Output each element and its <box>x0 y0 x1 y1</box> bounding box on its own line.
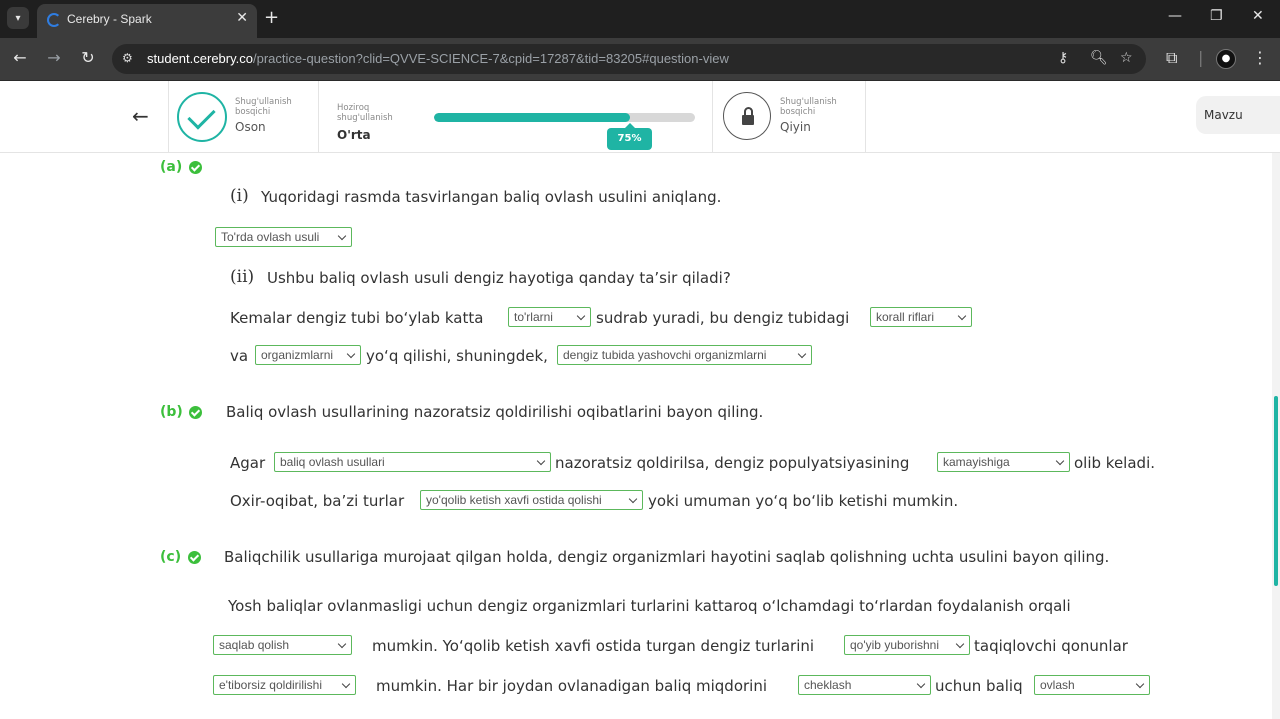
forward-icon[interactable]: → <box>43 48 65 67</box>
part-b-line2-end: yoki umuman yo‘q bo‘lib ketishi mumkin. <box>648 492 959 510</box>
url-text[interactable]: student.cerebry.co/practice-question?cli… <box>147 51 729 66</box>
toolbar-divider: | <box>1198 48 1204 67</box>
part-a-i-text: Yuqoridagi rasmda tasvirlangan baliq ovl… <box>261 188 722 206</box>
part-a-dropdown-4[interactable]: dengiz tubida yashovchi organizmlarni <box>557 345 812 365</box>
extensions-puzzle-icon[interactable]: ⧉ <box>1166 48 1177 68</box>
part-b-label: (b) <box>160 404 183 420</box>
part-b-line1-middle: nazoratsiz qoldirilsa, dengiz populyatsi… <box>555 454 910 472</box>
completed-check-icon <box>177 92 227 142</box>
part-c-dropdown-3[interactable]: e'tiborsiz qoldirilishi <box>213 675 356 695</box>
part-b-dropdown-2[interactable]: kamayishiga <box>937 452 1070 472</box>
part-c-dropdown-1[interactable]: saqlab qolish <box>213 635 352 655</box>
tab-search-chevron-icon[interactable]: ▾ <box>7 7 29 29</box>
scrollbar-thumb[interactable] <box>1274 396 1278 586</box>
part-a-i-dropdown[interactable]: To'rda ovlash usuli <box>215 227 352 247</box>
part-b-dropdown-3[interactable]: yo'qolib ketish xavfi ostida qolishi <box>420 490 643 510</box>
browser-tab-bar: ▾ Cerebry - Spark ✕ + — ❐ ✕ <box>0 0 1280 38</box>
stage-easy-name: Oson <box>235 120 266 134</box>
part-a-ii-text: Ushbu baliq ovlash usuli dengiz hayotiga… <box>267 269 731 287</box>
part-c-dropdown-5[interactable]: ovlash <box>1034 675 1150 695</box>
part-c-dropdown-2[interactable]: qo'yib yuborishni <box>844 635 970 655</box>
profile-avatar[interactable]: ● <box>1216 49 1236 69</box>
stage-hard-caption: Shug'ullanish bosqichi <box>780 97 837 117</box>
part-b-line2-start: Oxir-oqibat, ba’zi turlar <box>230 492 405 510</box>
stage-current: Hoziroq shug'ullanish O'rta 75% <box>320 81 713 153</box>
maximize-icon[interactable]: ❐ <box>1210 8 1223 24</box>
part-b-dropdown-1[interactable]: baliq ovlash usullari <box>274 452 551 472</box>
part-a-line2-start: va <box>230 347 249 365</box>
part-a-line1-middle: sudrab yuradi, bu dengiz tubidagi <box>596 309 850 327</box>
site-settings-icon[interactable]: ⚙ <box>122 51 133 65</box>
new-tab-plus-icon[interactable]: + <box>264 7 279 29</box>
part-c-line2-end: taqiqlovchi qonunlar <box>974 637 1128 655</box>
part-b-question-text: Baliq ovlash usullarining nazoratsiz qol… <box>226 403 764 421</box>
part-a-line1-start: Kemalar dengiz tubi bo‘ylab katta <box>230 309 484 327</box>
topic-button[interactable]: Mavzu <box>1196 96 1280 134</box>
tab-close-icon[interactable]: ✕ <box>236 10 248 26</box>
browser-menu-icon[interactable]: ⋮ <box>1252 48 1268 67</box>
page-scrollbar[interactable] <box>1272 153 1280 719</box>
part-a-ii-number: (ii) <box>230 267 255 287</box>
part-c-line3-middle: mumkin. Har bir joydan ovlanadigan baliq… <box>376 677 768 695</box>
part-b-correct-icon <box>189 406 202 419</box>
password-key-icon[interactable]: ⚷ <box>1058 50 1068 66</box>
part-a-dropdown-2[interactable]: korall riflari <box>870 307 972 327</box>
stage-hard[interactable]: Shug'ullanish bosqichi Qiyin <box>713 81 866 153</box>
question-view: (a) (i) Yuqoridagi rasmda tasvirlangan b… <box>0 153 1280 719</box>
progress-badge: 75% <box>607 123 652 150</box>
part-c-label: (c) <box>160 549 182 565</box>
stage-current-name: O'rta <box>337 128 371 142</box>
part-c-line3-after: uchun baliq <box>935 677 1023 695</box>
stage-easy-caption: Shug'ullanish bosqichi <box>235 97 292 117</box>
part-a-line2-middle: yo‘q qilishi, shuningdek, <box>366 347 548 365</box>
part-a-correct-icon <box>189 161 202 174</box>
part-a-i-number: (i) <box>230 186 249 206</box>
browser-tab[interactable]: Cerebry - Spark ✕ <box>37 4 257 38</box>
part-c-correct-icon <box>188 551 201 564</box>
progress-bar <box>434 113 695 122</box>
minimize-icon[interactable]: — <box>1168 8 1182 24</box>
bookmark-star-icon[interactable]: ☆ <box>1120 50 1133 66</box>
part-a-dropdown-3[interactable]: organizmlarni <box>255 345 361 365</box>
part-c-question-text: Baliqchilik usullariga murojaat qilgan h… <box>224 548 1110 566</box>
back-icon[interactable]: ← <box>9 48 31 67</box>
part-a-label: (a) <box>160 159 183 175</box>
address-toolbar: ← → ↻ ⚙ student.cerebry.co/practice-ques… <box>0 38 1280 81</box>
omnibox[interactable]: ⚙ student.cerebry.co/practice-question?c… <box>112 44 1146 74</box>
back-arrow-icon[interactable]: ← <box>132 104 149 128</box>
stage-current-caption: Hoziroq shug'ullanish <box>337 103 393 123</box>
window-close-icon[interactable]: ✕ <box>1252 8 1264 24</box>
stage-easy[interactable]: Shug'ullanish bosqichi Oson <box>168 81 319 153</box>
part-b-line1-start: Agar <box>230 454 266 472</box>
cerebry-favicon-icon <box>47 13 61 27</box>
part-c-dropdown-4[interactable]: cheklash <box>798 675 931 695</box>
zoom-icon[interactable]: 🔍︎ <box>1090 50 1108 66</box>
practice-header: ← Shug'ullanish bosqichi Oson Hoziroq sh… <box>0 81 1280 153</box>
progress-fill <box>434 113 630 122</box>
tab-title: Cerebry - Spark <box>67 12 152 26</box>
reload-icon[interactable]: ↻ <box>77 48 99 67</box>
stage-hard-name: Qiyin <box>780 120 811 134</box>
part-a-dropdown-1[interactable]: to'rlarni <box>508 307 591 327</box>
part-b-line1-end: olib keladi. <box>1074 454 1155 472</box>
lock-icon <box>723 92 771 140</box>
part-c-line1: Yosh baliqlar ovlanmasligi uchun dengiz … <box>228 597 1071 615</box>
part-c-line2-middle: mumkin. Yo‘qolib ketish xavfi ostida tur… <box>372 637 815 655</box>
